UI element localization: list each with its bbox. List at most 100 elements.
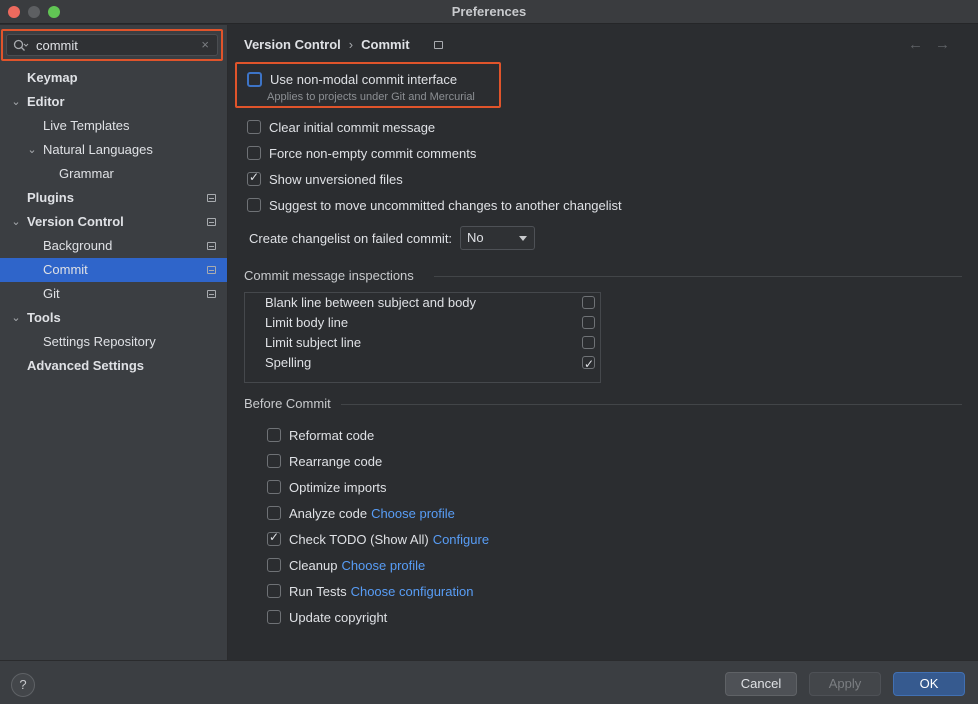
before-commit-checkbox[interactable] — [267, 454, 281, 468]
sidebar-item-plugins[interactable]: Plugins — [0, 186, 227, 210]
clear-initial-message-option[interactable]: Clear initial commit message — [247, 117, 435, 137]
search-input[interactable]: commit × — [6, 34, 218, 56]
before-commit-item[interactable]: Cleanup Choose profile — [267, 555, 425, 575]
back-arrow-icon[interactable]: ← — [908, 36, 935, 53]
forward-arrow-icon[interactable]: → — [935, 36, 962, 53]
ok-button[interactable]: OK — [893, 672, 965, 696]
inspection-label: Blank line between subject and body — [265, 295, 477, 310]
suggest-move-changes-checkbox[interactable] — [247, 198, 261, 212]
dialog-footer: ? Cancel Apply OK — [0, 660, 978, 704]
chevron-down-icon[interactable]: ⌄ — [26, 138, 38, 162]
chevron-down-icon[interactable]: ⌄ — [10, 306, 22, 330]
force-nonempty-comments-checkbox[interactable] — [247, 146, 261, 160]
help-button[interactable]: ? — [11, 673, 35, 697]
settings-tree: Keymap ⌄ Editor Live Templates ⌄ Natural… — [0, 66, 227, 378]
breadcrumb-parent[interactable]: Version Control — [244, 37, 341, 52]
sidebar-item-git[interactable]: Git — [0, 282, 227, 306]
choose-profile-link[interactable]: Choose profile — [341, 558, 425, 573]
cancel-button[interactable]: Cancel — [725, 672, 797, 696]
chevron-down-icon[interactable]: ⌄ — [10, 90, 22, 114]
before-commit-item[interactable]: Optimize imports — [267, 477, 387, 497]
before-commit-checkbox[interactable] — [267, 506, 281, 520]
before-commit-item[interactable]: Run Tests Choose configuration — [267, 581, 473, 601]
inspection-checkbox[interactable] — [582, 316, 595, 329]
before-commit-label: Reformat code — [289, 427, 375, 443]
sidebar-item-version-control[interactable]: ⌄ Version Control — [0, 210, 227, 234]
option-label: Force non-empty commit comments — [269, 145, 477, 161]
inspection-checkbox[interactable] — [582, 354, 595, 374]
changelist-dropdown[interactable]: No — [460, 226, 536, 250]
before-commit-label: Rearrange code — [289, 453, 383, 469]
sidebar-item-label: Tools — [27, 310, 61, 325]
sidebar-item-keymap[interactable]: Keymap — [0, 66, 227, 90]
sidebar-item-settings-repository[interactable]: Settings Repository — [0, 330, 227, 354]
before-commit-label: Update copyright — [289, 609, 388, 625]
before-commit-checkbox[interactable] — [267, 530, 281, 546]
non-modal-commit-checkbox[interactable] — [247, 71, 262, 87]
history-navigation: ←→ — [908, 36, 962, 53]
before-commit-checkbox[interactable] — [267, 610, 281, 624]
inspection-row[interactable]: Limit subject line — [265, 333, 595, 353]
sidebar-item-editor[interactable]: ⌄ Editor — [0, 90, 227, 114]
sidebar-item-grammar[interactable]: Grammar — [0, 162, 227, 186]
sidebar-item-label: Settings Repository — [43, 334, 156, 349]
force-nonempty-comments-option[interactable]: Force non-empty commit comments — [247, 143, 476, 163]
inspection-checkbox[interactable] — [582, 296, 595, 309]
changelist-on-failed-commit: Create changelist on failed commit: No — [249, 226, 536, 250]
sidebar-item-label: Keymap — [27, 70, 78, 85]
project-scope-icon — [207, 194, 216, 202]
before-commit-item[interactable]: Analyze code Choose profile — [267, 503, 455, 523]
sidebar-item-label: Version Control — [27, 214, 124, 229]
show-unversioned-checkbox[interactable] — [247, 170, 261, 186]
before-commit-label: Optimize imports — [289, 479, 387, 495]
inspection-row[interactable]: Spelling — [265, 353, 595, 374]
inspection-row[interactable]: Limit body line — [265, 313, 595, 333]
before-commit-checkbox[interactable] — [267, 558, 281, 572]
chevron-down-icon[interactable]: ⌄ — [10, 210, 22, 234]
inspection-label: Spelling — [265, 355, 312, 370]
before-commit-item[interactable]: Check TODO (Show All) Configure — [267, 529, 489, 549]
clear-search-icon[interactable]: × — [201, 37, 209, 52]
before-commit-checkbox[interactable] — [267, 480, 281, 494]
section-divider — [341, 404, 962, 405]
sidebar-item-label: Natural Languages — [43, 142, 153, 157]
configure-link[interactable]: Configure — [433, 532, 489, 547]
sidebar-item-live-templates[interactable]: Live Templates — [0, 114, 227, 138]
option-label: Use non-modal commit interface — [270, 71, 458, 87]
sidebar-item-tools[interactable]: ⌄ Tools — [0, 306, 227, 330]
before-commit-item[interactable]: Update copyright — [267, 607, 387, 627]
dropdown-arrow-icon — [519, 236, 528, 241]
show-unversioned-option[interactable]: Show unversioned files — [247, 169, 403, 189]
before-commit-item[interactable]: Reformat code — [267, 425, 374, 445]
project-scope-icon — [207, 266, 216, 274]
window-title: Preferences — [451, 4, 527, 19]
sidebar-item-label: Plugins — [27, 190, 74, 205]
project-scope-icon — [207, 290, 216, 298]
before-commit-item[interactable]: Rearrange code — [267, 451, 382, 471]
clear-initial-message-checkbox[interactable] — [247, 120, 261, 134]
sidebar-item-commit[interactable]: Commit — [0, 258, 227, 282]
project-scope-icon — [434, 41, 443, 49]
before-commit-label: Cleanup — [289, 557, 338, 573]
sidebar-item-advanced-settings[interactable]: Advanced Settings — [0, 354, 227, 378]
inspection-row[interactable]: Blank line between subject and body — [265, 293, 595, 313]
inspection-label: Limit body line — [265, 315, 349, 330]
choose-configuration-link[interactable]: Choose configuration — [351, 584, 474, 599]
apply-button[interactable]: Apply — [809, 672, 881, 696]
sidebar-item-label: Live Templates — [43, 118, 130, 133]
choose-profile-link[interactable]: Choose profile — [371, 506, 455, 521]
sidebar-item-background[interactable]: Background — [0, 234, 227, 258]
inspection-checkbox[interactable] — [582, 336, 595, 349]
suggest-move-changes-option[interactable]: Suggest to move uncommitted changes to a… — [247, 195, 622, 215]
search-highlight: commit × — [1, 29, 223, 61]
before-commit-label: Analyze code — [289, 505, 368, 521]
option-label: Show unversioned files — [269, 171, 403, 187]
project-scope-icon — [207, 242, 216, 250]
before-commit-checkbox[interactable] — [267, 428, 281, 442]
title-bar: Preferences — [0, 0, 978, 24]
before-commit-checkbox[interactable] — [267, 584, 281, 598]
sidebar-item-natural-languages[interactable]: ⌄ Natural Languages — [0, 138, 227, 162]
search-icon[interactable] — [13, 39, 29, 53]
before-commit-label: Run Tests — [289, 583, 347, 599]
non-modal-commit-option[interactable]: Use non-modal commit interface — [247, 69, 457, 89]
